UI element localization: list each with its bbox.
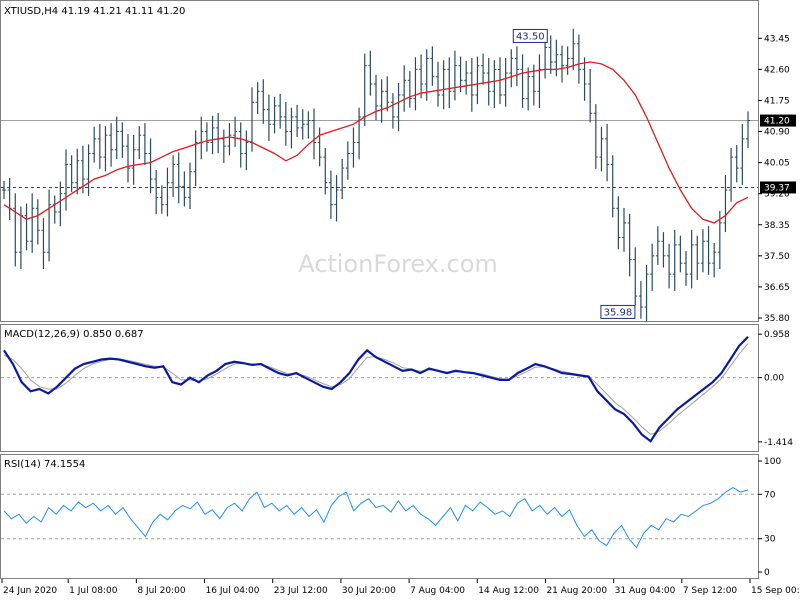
price-tick-label: 36.65 [764,283,790,293]
price-tick-label: 43.45 [764,34,790,44]
macd-tick-label: 0.00 [764,374,784,384]
rsi-tick-label: 30 [764,535,776,545]
rsi-axis: 100 70 30 0 [758,457,781,578]
watermark: ActionForex.com [298,250,498,278]
time-tick-label: 30 Jul 20:00 [342,586,396,596]
time-tick-label: 23 Jul 12:00 [274,586,328,596]
price-tick-label: 40.90 [764,128,790,138]
time-tick-label: 8 Jul 20:00 [137,586,186,596]
low-label: 35.98 [604,307,633,318]
price-tick-label: 40.05 [764,159,790,169]
time-tick-label: 15 Sep 00:00 [751,586,800,596]
time-tick-label: 24 Jun 2020 [3,586,57,596]
trading-chart: ActionForex.com XTIUSD,H4 41.19 41.21 41… [0,0,800,596]
time-tick-label: 7 Aug 04:00 [410,586,465,596]
time-tick-label: 21 Aug 20:00 [546,586,607,596]
rsi-panel [0,454,759,579]
time-tick-label: 31 Aug 04:00 [615,586,676,596]
rsi-header: RSI(14) 74.1554 [4,459,85,470]
time-tick-label: 7 Sep 12:00 [683,586,738,596]
rsi-tick-label: 100 [764,457,781,467]
time-tick-label: 16 Jul 04:00 [206,586,260,596]
high-label: 43.50 [516,31,545,42]
macd-header: MACD(12,26,9) 0.850 0.687 [4,329,144,340]
macd-panel [0,324,759,452]
price-tick-label: 35.80 [764,314,790,324]
low-label-box: 35.98 [600,304,636,319]
price-tick-label: 37.50 [764,252,790,262]
level-tag: 39.37 [760,181,796,194]
macd-axis: 0.958 0.00 -1.414 [758,330,793,448]
price-axis: 43.4542.6041.7540.9040.0539.2038.3537.50… [758,34,790,324]
price-tag-text: 41.20 [764,117,790,127]
price-header: XTIUSD,H4 41.19 41.21 41.11 41.20 [4,6,185,17]
rsi-tick-label: 70 [764,490,776,500]
price-tick-label: 41.75 [764,96,790,106]
price-tick-label: 42.60 [764,65,790,75]
level-tag-text: 39.37 [764,183,790,193]
time-tick-label: 14 Aug 12:00 [478,586,539,596]
high-label-box: 43.50 [512,28,548,43]
macd-tick-label: 0.958 [764,330,790,340]
time-axis: 24 Jun 2020 1 Jul 08:00 8 Jul 20:00 16 Jul … [1,579,800,596]
price-tick-label: 38.35 [764,221,790,231]
macd-tick-label: -1.414 [764,438,793,448]
rsi-tick-label: 0 [764,568,770,578]
time-tick-label: 1 Jul 08:00 [69,586,118,596]
price-tag: 41.20 [760,114,796,127]
